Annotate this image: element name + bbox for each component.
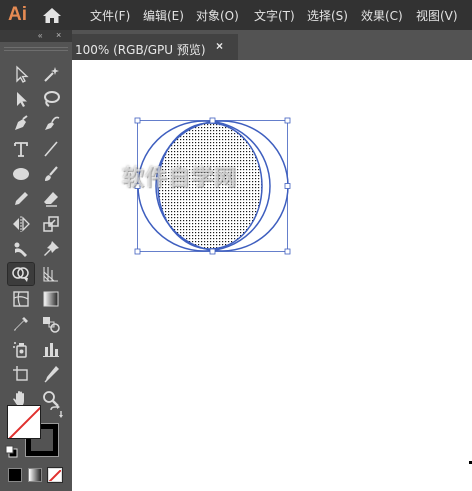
- direct-selection-tool-icon[interactable]: [8, 88, 34, 110]
- perspective-grid-tool-icon[interactable]: [38, 263, 64, 285]
- line-segment-tool-icon[interactable]: [38, 138, 64, 160]
- handle-top-center[interactable]: [209, 117, 216, 124]
- illustrator-window: Ai 文件(F) 编辑(E) 对象(O) 文字(T) 选择(S) 效果(C) 视…: [0, 0, 472, 491]
- blend-tool-icon[interactable]: [38, 313, 64, 335]
- pencil-tool-icon[interactable]: [8, 188, 34, 210]
- menu-bar: Ai 文件(F) 编辑(E) 对象(O) 文字(T) 选择(S) 效果(C) 视…: [0, 0, 472, 30]
- pin-tool-icon[interactable]: [38, 238, 64, 260]
- handle-middle-right[interactable]: [284, 183, 291, 189]
- document-tab-label: 100% (RGB/GPU 预览): [75, 43, 206, 57]
- shape-builder-tool-icon[interactable]: [7, 262, 35, 286]
- fill-color-swatch[interactable]: [7, 405, 41, 439]
- swap-fill-stroke-icon[interactable]: [48, 404, 64, 420]
- pen-tool-icon[interactable]: [8, 113, 34, 135]
- handle-top-left[interactable]: [134, 117, 141, 124]
- panel-grip[interactable]: [4, 47, 68, 51]
- mesh-tool-icon[interactable]: [8, 288, 34, 310]
- none-mode-button[interactable]: [47, 467, 63, 483]
- tools-panel-header: « ×: [0, 30, 72, 42]
- close-panel-icon[interactable]: ×: [56, 30, 61, 41]
- document-tab[interactable]: 100% (RGB/GPU 预览) ×: [72, 34, 238, 60]
- handle-bottom-center[interactable]: [209, 248, 216, 255]
- magic-wand-tool-icon[interactable]: [38, 63, 64, 85]
- type-tool-icon[interactable]: [8, 138, 34, 160]
- collapse-panel-icon[interactable]: «: [38, 31, 42, 41]
- gradient-mode-button[interactable]: [28, 468, 42, 482]
- handle-bottom-left[interactable]: [134, 248, 141, 255]
- gradient-tool-icon[interactable]: [38, 288, 64, 310]
- color-mode-button[interactable]: [8, 468, 22, 482]
- eyedropper-tool-icon[interactable]: [8, 313, 34, 335]
- ellipse-tool-icon[interactable]: [8, 163, 34, 185]
- artboard-canvas[interactable]: 软件自学网: [72, 60, 472, 491]
- paintbrush-tool-icon[interactable]: [38, 163, 64, 185]
- tools-panel: « ×: [0, 30, 72, 491]
- menu-view[interactable]: 视图(V): [416, 7, 458, 24]
- scale-tool-icon[interactable]: [38, 213, 64, 235]
- watermark-text: 软件自学网: [122, 166, 238, 191]
- artboard-tool-icon[interactable]: [8, 363, 34, 385]
- app-logo: Ai: [8, 4, 27, 25]
- lasso-tool-icon[interactable]: [38, 88, 64, 110]
- default-colors-icon[interactable]: [5, 445, 19, 459]
- column-graph-tool-icon[interactable]: [38, 338, 64, 360]
- reflect-tool-icon[interactable]: [8, 213, 34, 235]
- handle-top-right[interactable]: [284, 117, 291, 124]
- menu-file[interactable]: 文件(F): [90, 7, 130, 24]
- home-icon[interactable]: [42, 7, 62, 24]
- close-tab-icon[interactable]: ×: [216, 39, 223, 53]
- menu-select[interactable]: 选择(S): [307, 7, 348, 24]
- menu-object[interactable]: 对象(O): [196, 7, 239, 24]
- menu-effect[interactable]: 效果(C): [361, 7, 403, 24]
- selection-tool-icon[interactable]: [8, 63, 34, 85]
- eraser-tool-icon[interactable]: [38, 188, 64, 210]
- menu-type[interactable]: 文字(T): [254, 7, 295, 24]
- handle-bottom-right[interactable]: [284, 248, 291, 255]
- none-slash-icon: [49, 469, 61, 481]
- none-slash-icon: [8, 406, 40, 438]
- slice-tool-icon[interactable]: [38, 363, 64, 385]
- puppet-warp-tool-icon[interactable]: [8, 238, 34, 260]
- symbol-sprayer-tool-icon[interactable]: [8, 338, 34, 360]
- menu-edit[interactable]: 编辑(E): [143, 7, 184, 24]
- curvature-tool-icon[interactable]: [38, 113, 64, 135]
- document-tab-bar: 100% (RGB/GPU 预览) ×: [72, 30, 472, 60]
